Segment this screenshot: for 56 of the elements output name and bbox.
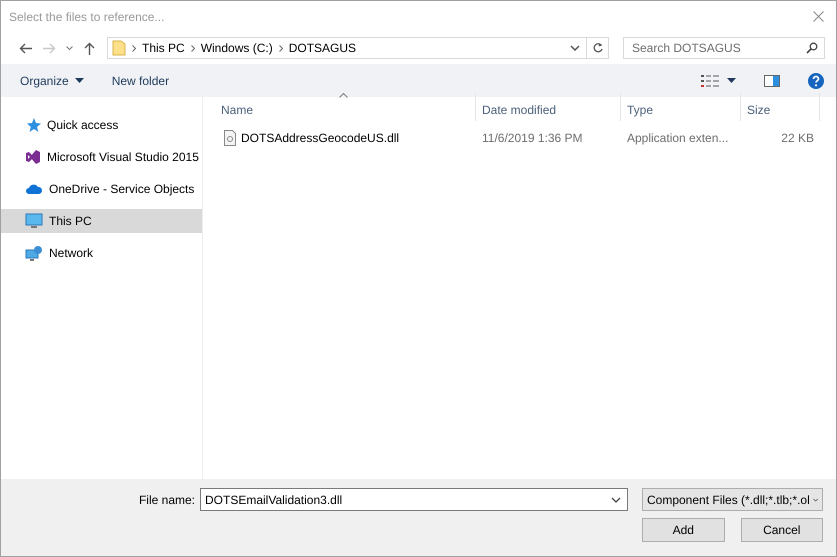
new-folder-button[interactable]: New folder [112,74,170,88]
forward-arrow-icon [42,42,56,54]
search-field[interactable]: Search DOTSAGUS [623,37,825,59]
search-icon [806,42,818,54]
caret-icon [74,78,84,83]
column-header[interactable]: Size [741,93,820,121]
sidebar-item[interactable]: Microsoft Visual Studio 2015 [1,145,202,169]
preview-pane-icon [764,74,780,86]
preview-pane-button[interactable] [764,74,780,86]
help-button[interactable] [808,72,824,88]
sidebar-item[interactable]: OneDrive - Service Objects [1,177,202,201]
up-arrow-icon [84,42,94,54]
view-options-button[interactable] [701,74,736,88]
file-name-cell[interactable]: DOTSAddressGeocodeUS.dll [203,130,476,146]
size-cell-text: 22 KB [780,131,815,145]
close-icon [813,11,824,22]
file-type-dropdown[interactable]: Component Files (*.dll;*.tlb;*.ol [642,488,823,511]
add-button[interactable]: Add [642,518,724,542]
sidebar-item[interactable]: Network [1,241,202,265]
chevron-icon [190,44,195,52]
column-header[interactable]: Type [621,93,741,121]
window-title: Select the files to reference... [9,10,164,24]
folder-icon [112,40,126,56]
breadcrumb[interactable]: This PC [142,41,185,55]
chevron-down-icon [66,46,72,50]
file-name-label: File name: [138,492,195,506]
organize-button[interactable]: Organize [20,74,84,88]
column-header[interactable]: Name [203,93,476,121]
address-bar[interactable]: This PC Windows (C:) DOTSAGUS [107,37,609,59]
sidebar-item[interactable]: Quick access [1,113,202,137]
chevron-icon [278,44,283,52]
dropdown-icon [570,45,580,51]
star-icon [25,117,41,133]
breadcrumb[interactable]: Windows (C:) [200,41,273,55]
details-view-icon [701,74,721,88]
chevron-icon [132,44,136,52]
dropdown-icon [812,496,818,502]
date-cell-text: 11/6/2019 1:36 PM [481,131,584,145]
column-header[interactable]: Date modified [476,93,621,121]
visual-studio-icon [25,149,41,165]
caret-icon [727,78,736,83]
help-icon [808,72,824,88]
dll-file-icon [224,130,236,146]
refresh-icon [592,42,604,54]
cancel-button[interactable]: Cancel [740,518,823,542]
sort-icon [339,93,348,98]
close-button[interactable] [811,9,826,24]
breadcrumb[interactable]: DOTSAGUS [288,41,356,55]
file-name-field[interactable]: DOTSEmailValidation3.dll [200,488,628,511]
computer-icon [25,213,43,229]
sidebar-item[interactable]: This PC [1,209,202,233]
back-arrow-icon [18,42,32,54]
type-cell-text: Application exten... [626,131,730,145]
cloud-icon [25,182,43,196]
dropdown-icon [611,497,621,503]
network-icon [25,245,43,261]
